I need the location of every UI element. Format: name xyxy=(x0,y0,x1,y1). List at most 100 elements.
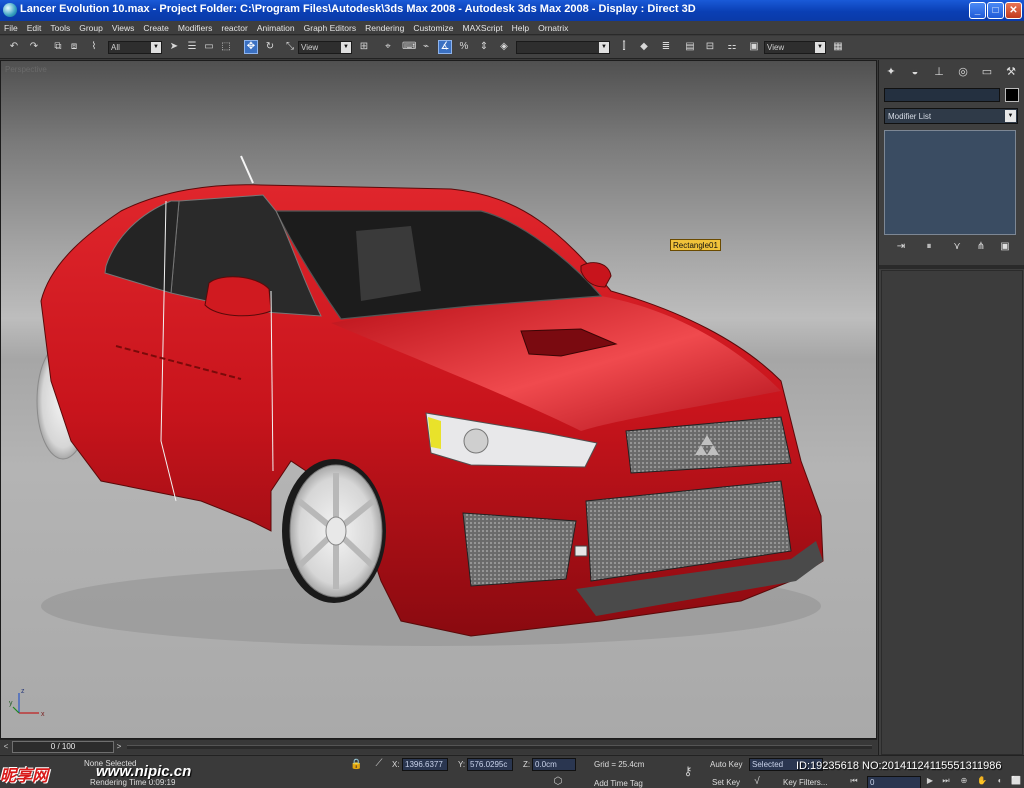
spinner-snap-icon[interactable]: ⇕ xyxy=(478,41,490,53)
interior-seat xyxy=(356,226,421,301)
rect-selection-region-icon[interactable]: ▭ xyxy=(203,41,215,53)
object-selection-label[interactable]: Rectangle01 xyxy=(670,239,721,251)
menu-graph-editors[interactable]: Graph Editors xyxy=(300,23,361,33)
render-type-dropdown[interactable]: View ▼ xyxy=(764,41,826,54)
3dsmax-app-icon[interactable] xyxy=(3,3,17,17)
unlink-icon[interactable]: ⧈ xyxy=(68,41,80,53)
menu-reactor[interactable]: reactor xyxy=(217,23,252,33)
menu-ornatrix[interactable]: Ornatrix xyxy=(534,23,573,33)
menu-views[interactable]: Views xyxy=(108,23,140,33)
auto-key-button[interactable]: Auto Key xyxy=(710,760,742,769)
menu-modifiers[interactable]: Modifiers xyxy=(174,23,217,33)
menu-help[interactable]: Help xyxy=(508,23,534,33)
prev-frame-button[interactable]: < xyxy=(1,741,11,753)
maximize-button[interactable]: □ xyxy=(987,2,1004,19)
layer-manager-icon[interactable]: ≣ xyxy=(660,41,672,53)
maximize-viewport-icon[interactable]: ⬜ xyxy=(1010,776,1022,785)
material-editor-icon[interactable]: ⚏ xyxy=(726,41,738,53)
track-bar[interactable] xyxy=(127,745,872,749)
modifier-list-dropdown[interactable]: Modifier List ▼ xyxy=(884,108,1018,124)
motion-tab-icon[interactable]: ◎ xyxy=(955,64,971,80)
z-coord-field[interactable]: 0.0cm xyxy=(532,758,576,771)
window-crossing-icon[interactable]: ⬚ xyxy=(220,41,232,53)
axis-z-label: z xyxy=(21,688,25,695)
modify-tab-icon[interactable]: ◒ xyxy=(907,64,923,80)
add-time-tag-button[interactable]: Add Time Tag xyxy=(594,779,643,788)
quick-render-icon[interactable]: ▦ xyxy=(832,41,844,53)
select-by-name-icon[interactable]: ☰ xyxy=(186,41,198,53)
align-icon[interactable]: ◆ xyxy=(638,41,650,53)
pan-icon[interactable]: ✋ xyxy=(976,776,988,785)
zoom-icon[interactable]: ⊕ xyxy=(958,776,970,785)
object-color-swatch[interactable] xyxy=(1005,88,1019,102)
menu-rendering[interactable]: Rendering xyxy=(361,23,409,33)
time-slider[interactable]: 0 / 100 xyxy=(12,741,114,753)
select-and-link-icon[interactable]: ⧉ xyxy=(52,41,64,53)
minimize-button[interactable]: _ xyxy=(969,2,986,19)
snaps-toggle-icon[interactable]: ⌁ xyxy=(420,41,432,53)
menu-maxscript[interactable]: MAXScript xyxy=(458,23,507,33)
render-setup-icon[interactable]: ▣ xyxy=(748,41,760,53)
y-coord-field[interactable]: 576.0295c xyxy=(467,758,513,771)
edit-named-selection-icon[interactable]: ◈ xyxy=(498,41,510,53)
select-and-move-icon[interactable]: ✥ xyxy=(244,40,258,54)
show-end-result-icon[interactable]: ⏸ xyxy=(922,240,936,254)
x-coord-field[interactable]: 1396.6377 xyxy=(402,758,448,771)
curve-editor-icon[interactable]: ▤ xyxy=(684,41,696,53)
hierarchy-tab-icon[interactable]: ⊥ xyxy=(931,64,947,80)
absolute-mode-icon[interactable]: ⟋ xyxy=(372,758,386,769)
undo-icon[interactable]: ↶ xyxy=(8,41,20,53)
menu-bar: File Edit Tools Group Views Create Modif… xyxy=(0,21,1024,35)
current-frame-field[interactable]: 0 xyxy=(867,776,921,788)
modifier-stack[interactable] xyxy=(884,130,1016,235)
reference-coordinate-dropdown[interactable]: View ▼ xyxy=(298,41,352,54)
named-selection-sets-dropdown[interactable]: ▼ xyxy=(516,41,610,54)
key-icon[interactable]: ⚷ xyxy=(678,764,698,778)
close-button[interactable]: ✕ xyxy=(1005,2,1022,19)
select-manipulate-icon[interactable]: ⌖ xyxy=(382,41,394,53)
set-key-icon[interactable]: √ xyxy=(750,776,764,787)
modifier-list-label: Modifier List xyxy=(888,112,932,121)
transform-gizmo-icon[interactable]: ⬡ xyxy=(552,776,564,787)
orbit-icon[interactable]: ◐ xyxy=(994,776,1006,785)
menu-tools[interactable]: Tools xyxy=(46,23,75,33)
menu-group[interactable]: Group xyxy=(75,23,108,33)
menu-customize[interactable]: Customize xyxy=(409,23,458,33)
mirror-icon[interactable]: ⫿ xyxy=(618,41,630,53)
menu-create[interactable]: Create xyxy=(139,23,174,33)
lock-selection-icon[interactable]: 🔒 xyxy=(350,759,362,770)
create-tab-icon[interactable]: ✦ xyxy=(883,64,899,80)
display-tab-icon[interactable]: ▭ xyxy=(979,64,995,80)
select-object-icon[interactable]: ➤ xyxy=(168,41,180,53)
pin-stack-icon[interactable]: ⇥ xyxy=(894,240,908,254)
parameters-rollout[interactable] xyxy=(881,270,1023,755)
set-key-button[interactable]: Set Key xyxy=(712,778,740,787)
next-frame-button[interactable]: > xyxy=(114,741,124,753)
key-filters-button[interactable]: Key Filters... xyxy=(783,778,827,787)
menu-animation[interactable]: Animation xyxy=(253,23,300,33)
y-coord-label: Y: xyxy=(458,760,466,769)
next-key-icon[interactable]: ⏭ xyxy=(940,776,952,786)
remove-modifier-icon[interactable]: ⋔ xyxy=(974,240,988,254)
menu-file[interactable]: File xyxy=(0,23,23,33)
play-icon[interactable]: ▶ xyxy=(924,776,936,785)
utilities-tab-icon[interactable]: ⚒ xyxy=(1003,64,1019,80)
watermark-left: 昵享网 www.nipic.cn xyxy=(0,762,220,785)
redo-icon[interactable]: ↷ xyxy=(28,41,40,53)
angle-snap-icon[interactable]: ∡ xyxy=(438,40,452,54)
selection-filter-dropdown[interactable]: All ▼ xyxy=(108,41,162,54)
bind-space-warp-icon[interactable]: ⌇ xyxy=(88,41,100,53)
percent-snap-icon[interactable]: % xyxy=(458,41,470,53)
select-and-scale-icon[interactable]: ⤡ xyxy=(284,41,296,53)
menu-edit[interactable]: Edit xyxy=(23,23,47,33)
perspective-viewport[interactable]: Perspective Rectangle01 x z y xyxy=(0,60,877,739)
make-unique-icon[interactable]: ⋎ xyxy=(950,240,964,254)
configure-modifier-sets-icon[interactable]: ▣ xyxy=(998,240,1012,254)
car-model[interactable] xyxy=(1,61,877,739)
go-to-start-icon[interactable]: ⏮ xyxy=(848,776,860,786)
select-and-rotate-icon[interactable]: ↻ xyxy=(264,41,276,53)
keyboard-shortcut-toggle-icon[interactable]: ⌨ xyxy=(402,41,416,53)
schematic-view-icon[interactable]: ⊟ xyxy=(704,41,716,53)
object-name-field[interactable] xyxy=(884,88,1000,102)
pivot-center-icon[interactable]: ⊞ xyxy=(358,41,370,53)
